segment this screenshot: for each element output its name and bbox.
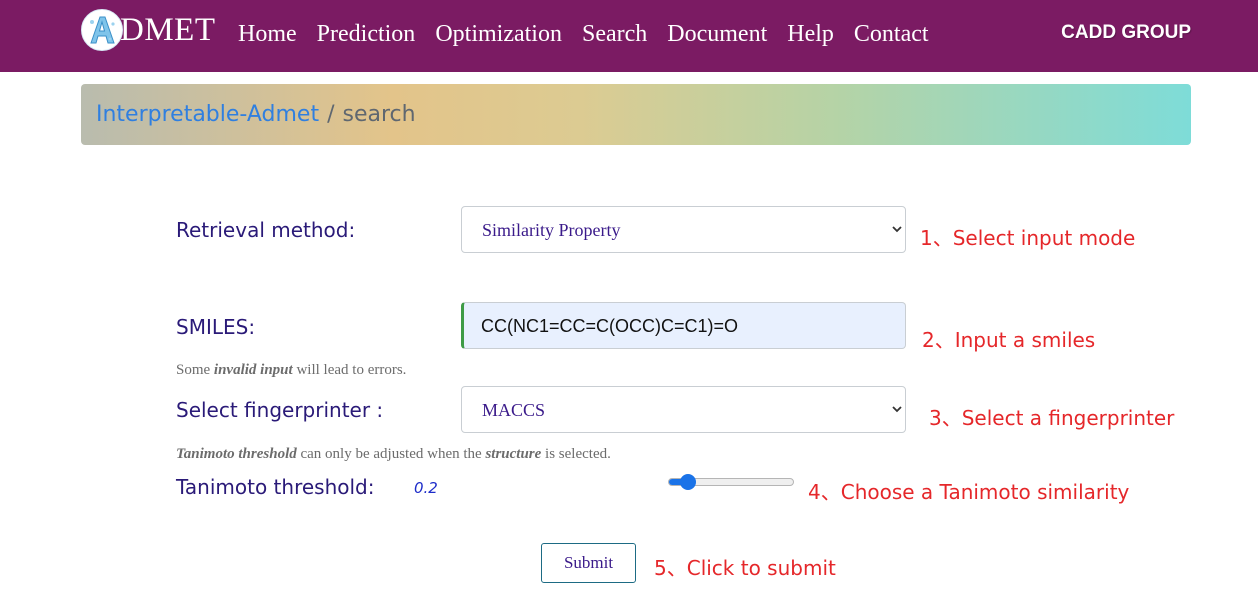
nav-prediction[interactable]: Prediction — [317, 21, 416, 48]
nav-help[interactable]: Help — [787, 21, 834, 48]
site-logo[interactable]: DMET — [81, 8, 216, 52]
cadd-group-brand[interactable]: CADD GROUP — [1061, 22, 1191, 44]
annotation-step-3: 3、Select a fingerprinter — [929, 406, 1175, 430]
smiles-label: SMILES: — [176, 315, 256, 339]
breadcrumb: Interpretable-Admet / search — [81, 84, 1191, 145]
smiles-input[interactable]: CC(NC1=CC=C(OCC)C=C1)=O — [461, 302, 906, 349]
tanimoto-help-text: Tanimoto threshold can only be adjusted … — [176, 446, 611, 463]
help-text-part: can only be adjusted when the — [296, 446, 486, 462]
fingerprinter-label: Select fingerprinter : — [176, 398, 384, 422]
tanimoto-slider-thumb[interactable] — [679, 474, 696, 490]
help-text-part: is selected. — [541, 446, 611, 462]
nav-optimization[interactable]: Optimization — [435, 21, 562, 48]
tanimoto-slider[interactable] — [668, 474, 794, 490]
fingerprinter-select[interactable]: MACCS — [461, 386, 906, 433]
annotation-step-2: 2、Input a smiles — [922, 328, 1096, 352]
retrieval-method-select[interactable]: Similarity Property — [461, 206, 906, 253]
admet-logo-icon — [81, 9, 123, 51]
help-text-part: will lead to errors. — [292, 362, 407, 378]
chevron-down-icon — [892, 226, 902, 233]
main-nav: Home Prediction Optimization Search Docu… — [238, 14, 929, 54]
retrieval-method-label: Retrieval method: — [176, 218, 356, 242]
nav-home[interactable]: Home — [238, 21, 297, 48]
logo-text: DMET — [120, 12, 216, 48]
nav-contact[interactable]: Contact — [854, 21, 929, 48]
annotation-step-1: 1、Select input mode — [920, 226, 1136, 250]
nav-document[interactable]: Document — [667, 21, 767, 48]
help-text-emphasis: structure — [485, 446, 542, 462]
fingerprinter-value: MACCS — [482, 400, 546, 420]
tanimoto-value: 0.2 — [414, 479, 438, 497]
smiles-input-value: CC(NC1=CC=C(OCC)C=C1)=O — [481, 316, 739, 336]
help-text-part: Some — [176, 362, 214, 378]
submit-button[interactable]: Submit — [541, 543, 636, 583]
breadcrumb-link-home[interactable]: Interpretable-Admet — [96, 102, 319, 127]
annotation-step-4: 4、Choose a Tanimoto similarity — [808, 480, 1130, 504]
smiles-help-text: Some invalid input will lead to errors. — [176, 362, 406, 379]
help-text-emphasis: invalid input — [213, 362, 293, 378]
breadcrumb-separator: / — [327, 102, 335, 127]
chevron-down-icon — [892, 406, 902, 413]
breadcrumb-current: search — [342, 102, 416, 127]
retrieval-method-value: Similarity Property — [482, 220, 621, 240]
help-text-emphasis: Tanimoto threshold — [176, 446, 297, 462]
annotation-step-5: 5、Click to submit — [654, 556, 836, 580]
nav-search[interactable]: Search — [582, 21, 647, 48]
top-navbar: DMET Home Prediction Optimization Search… — [0, 0, 1258, 72]
tanimoto-label: Tanimoto threshold: — [176, 475, 375, 499]
